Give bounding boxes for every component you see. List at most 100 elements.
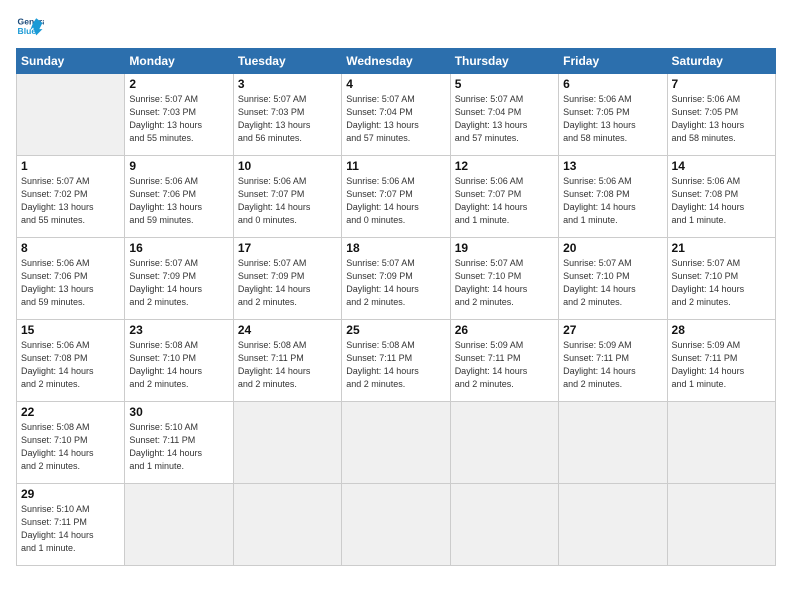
table-row: 2Sunrise: 5:07 AMSunset: 7:03 PMDaylight… [125, 74, 233, 156]
table-row [667, 402, 775, 484]
table-row: 16Sunrise: 5:07 AMSunset: 7:09 PMDayligh… [125, 238, 233, 320]
day-info: Sunrise: 5:07 AMSunset: 7:10 PMDaylight:… [455, 257, 554, 309]
table-row [559, 402, 667, 484]
day-info: Sunrise: 5:06 AMSunset: 7:07 PMDaylight:… [238, 175, 337, 227]
day-number: 30 [129, 405, 228, 419]
day-info: Sunrise: 5:06 AMSunset: 7:07 PMDaylight:… [455, 175, 554, 227]
table-row: 20 Sunrise: 5:07 AMSunset: 7:10 PMDayligh… [559, 238, 667, 320]
day-number: 17 [238, 241, 337, 255]
day-info: Sunrise: 5:06 AMSunset: 7:05 PMDaylight:… [672, 93, 771, 145]
table-row: 1 Sunrise: 5:07 AMSunset: 7:02 PMDaylight… [17, 156, 125, 238]
day-number: 1 [21, 159, 120, 173]
table-row: 15Sunrise: 5:06 AMSunset: 7:08 PMDayligh… [17, 320, 125, 402]
day-info: Sunrise: 5:07 AMSunset: 7:09 PMDaylight:… [346, 257, 445, 309]
table-row: 17 Sunrise: 5:07 AMSunset: 7:09 PMDayligh… [233, 238, 341, 320]
table-row: 23 Sunrise: 5:08 AMSunset: 7:10 PMDayligh… [125, 320, 233, 402]
day-number: 8 [21, 241, 120, 255]
day-number: 11 [346, 159, 445, 173]
table-row [559, 484, 667, 566]
table-row: 18Sunrise: 5:07 AMSunset: 7:09 PMDayligh… [342, 238, 450, 320]
day-number: 7 [672, 77, 771, 91]
day-info: Sunrise: 5:10 AMSunset: 7:11 PMDaylight:… [21, 503, 120, 555]
col-thursday: Thursday [450, 49, 558, 74]
day-number: 25 [346, 323, 445, 337]
day-info: Sunrise: 5:06 AMSunset: 7:08 PMDaylight:… [563, 175, 662, 227]
calendar-week-row: 1 Sunrise: 5:07 AMSunset: 7:02 PMDaylight… [17, 156, 776, 238]
table-row: 9 Sunrise: 5:06 AMSunset: 7:06 PMDaylight… [125, 156, 233, 238]
calendar-week-row: 15Sunrise: 5:06 AMSunset: 7:08 PMDayligh… [17, 320, 776, 402]
day-number: 2 [129, 77, 228, 91]
calendar-header-row: Sunday Monday Tuesday Wednesday Thursday… [17, 49, 776, 74]
table-row [233, 484, 341, 566]
table-row: 3Sunrise: 5:07 AMSunset: 7:03 PMDaylight… [233, 74, 341, 156]
page: General Blue Sunday Monday Tuesday Wedne… [0, 0, 792, 612]
day-number: 19 [455, 241, 554, 255]
day-number: 3 [238, 77, 337, 91]
col-tuesday: Tuesday [233, 49, 341, 74]
table-row: 13Sunrise: 5:06 AMSunset: 7:08 PMDayligh… [559, 156, 667, 238]
day-number: 23 [129, 323, 228, 337]
table-row: 30 Sunrise: 5:10 AMSunset: 7:11 PMDayligh… [125, 402, 233, 484]
day-number: 16 [129, 241, 228, 255]
table-row [450, 402, 558, 484]
day-number: 26 [455, 323, 554, 337]
col-sunday: Sunday [17, 49, 125, 74]
table-row: 8 Sunrise: 5:06 AMSunset: 7:06 PMDaylight… [17, 238, 125, 320]
day-number: 21 [672, 241, 771, 255]
table-row: 26 Sunrise: 5:09 AMSunset: 7:11 PMDayligh… [450, 320, 558, 402]
table-row: 27Sunrise: 5:09 AMSunset: 7:11 PMDayligh… [559, 320, 667, 402]
header: General Blue [16, 12, 776, 40]
day-info: Sunrise: 5:07 AMSunset: 7:10 PMDaylight:… [672, 257, 771, 309]
table-row: 10Sunrise: 5:06 AMSunset: 7:07 PMDayligh… [233, 156, 341, 238]
day-number: 20 [563, 241, 662, 255]
day-info: Sunrise: 5:07 AMSunset: 7:09 PMDaylight:… [238, 257, 337, 309]
col-friday: Friday [559, 49, 667, 74]
calendar-week-row: 8 Sunrise: 5:06 AMSunset: 7:06 PMDaylight… [17, 238, 776, 320]
day-number: 28 [672, 323, 771, 337]
table-row: 4 Sunrise: 5:07 AMSunset: 7:04 PMDaylight… [342, 74, 450, 156]
day-number: 6 [563, 77, 662, 91]
calendar-week-row: 22Sunrise: 5:08 AMSunset: 7:10 PMDayligh… [17, 402, 776, 484]
day-info: Sunrise: 5:06 AMSunset: 7:08 PMDaylight:… [672, 175, 771, 227]
day-info: Sunrise: 5:10 AMSunset: 7:11 PMDaylight:… [129, 421, 228, 473]
table-row [342, 484, 450, 566]
table-row: 24 Sunrise: 5:08 AMSunset: 7:11 PMDayligh… [233, 320, 341, 402]
day-info: Sunrise: 5:07 AMSunset: 7:04 PMDaylight:… [455, 93, 554, 145]
day-number: 29 [21, 487, 120, 501]
day-number: 15 [21, 323, 120, 337]
table-row: 6 Sunrise: 5:06 AMSunset: 7:05 PMDaylight… [559, 74, 667, 156]
table-row: 7 Sunrise: 5:06 AMSunset: 7:05 PMDaylight… [667, 74, 775, 156]
col-wednesday: Wednesday [342, 49, 450, 74]
logo-icon: General Blue [16, 12, 44, 40]
day-info: Sunrise: 5:08 AMSunset: 7:11 PMDaylight:… [238, 339, 337, 391]
logo: General Blue [16, 12, 48, 40]
calendar-week-row: 2Sunrise: 5:07 AMSunset: 7:03 PMDaylight… [17, 74, 776, 156]
day-info: Sunrise: 5:06 AMSunset: 7:06 PMDaylight:… [21, 257, 120, 309]
table-row: 12Sunrise: 5:06 AMSunset: 7:07 PMDayligh… [450, 156, 558, 238]
table-row: 14 Sunrise: 5:06 AMSunset: 7:08 PMDayligh… [667, 156, 775, 238]
table-row: 25Sunrise: 5:08 AMSunset: 7:11 PMDayligh… [342, 320, 450, 402]
day-info: Sunrise: 5:07 AMSunset: 7:04 PMDaylight:… [346, 93, 445, 145]
table-row: 29 Sunrise: 5:10 AMSunset: 7:11 PMDayligh… [17, 484, 125, 566]
day-number: 14 [672, 159, 771, 173]
calendar-week-row: 29 Sunrise: 5:10 AMSunset: 7:11 PMDayligh… [17, 484, 776, 566]
day-number: 22 [21, 405, 120, 419]
day-info: Sunrise: 5:06 AMSunset: 7:07 PMDaylight:… [346, 175, 445, 227]
col-saturday: Saturday [667, 49, 775, 74]
day-info: Sunrise: 5:06 AMSunset: 7:06 PMDaylight:… [129, 175, 228, 227]
day-info: Sunrise: 5:07 AMSunset: 7:10 PMDaylight:… [563, 257, 662, 309]
col-monday: Monday [125, 49, 233, 74]
table-row [450, 484, 558, 566]
day-number: 9 [129, 159, 228, 173]
day-info: Sunrise: 5:07 AMSunset: 7:02 PMDaylight:… [21, 175, 120, 227]
table-row [233, 402, 341, 484]
day-number: 5 [455, 77, 554, 91]
day-info: Sunrise: 5:06 AMSunset: 7:05 PMDaylight:… [563, 93, 662, 145]
table-row: 22Sunrise: 5:08 AMSunset: 7:10 PMDayligh… [17, 402, 125, 484]
day-number: 4 [346, 77, 445, 91]
day-info: Sunrise: 5:09 AMSunset: 7:11 PMDaylight:… [563, 339, 662, 391]
day-info: Sunrise: 5:08 AMSunset: 7:10 PMDaylight:… [129, 339, 228, 391]
day-info: Sunrise: 5:09 AMSunset: 7:11 PMDaylight:… [455, 339, 554, 391]
table-row [17, 74, 125, 156]
day-number: 24 [238, 323, 337, 337]
